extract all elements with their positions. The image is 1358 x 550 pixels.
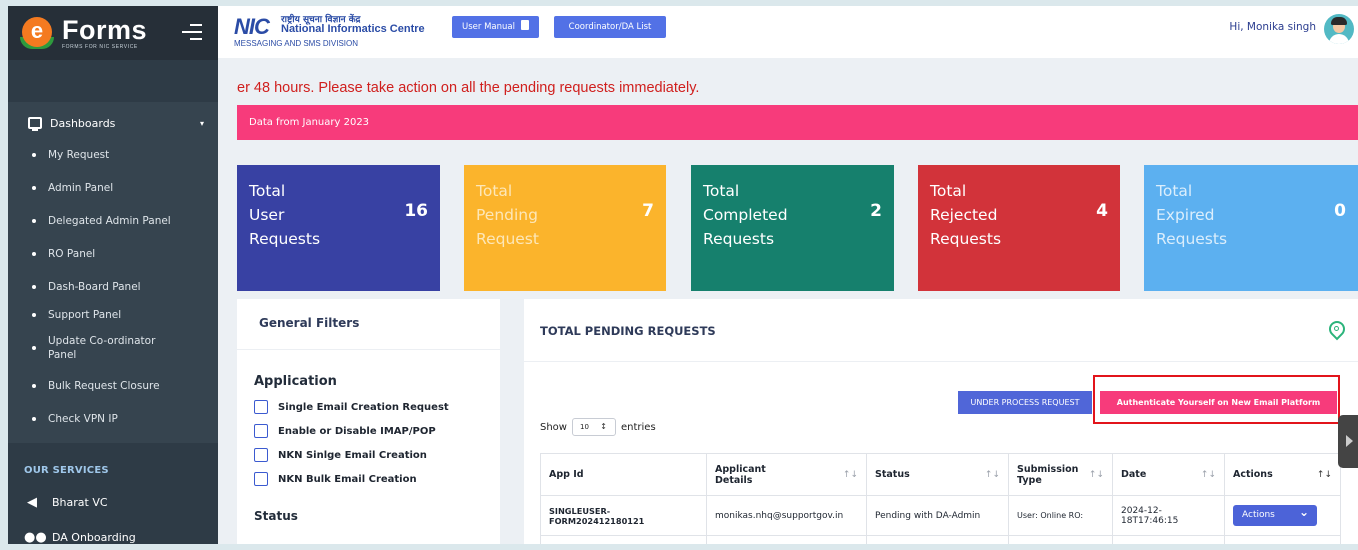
sidebar-item-dashboards[interactable]: Dashboards ▾ [8, 108, 218, 138]
table-row: SINGLEUSER-FORM202412180121 monikas.nhq@… [540, 495, 1341, 536]
sort-icon: ↑↓ [1088, 470, 1104, 480]
sidebar-item-bharat-vc[interactable]: ◀ Bharat VC [8, 485, 218, 520]
share-icon: ◀ [27, 495, 37, 510]
actions-dropdown-button[interactable]: Actions [1233, 502, 1317, 526]
sort-icon: ↑↓ [1200, 470, 1216, 480]
main-content: er 48 hours. Please take action on all t… [218, 58, 1358, 544]
cell-applicant: monikas.nhq@supportgov.in [706, 495, 867, 536]
checkbox[interactable] [254, 448, 268, 462]
dashboards-menu: Dashboards ▾ My Request Admin Panel Dele… [8, 102, 218, 443]
cell-date: 2024-12-18T17:46:15 [1112, 495, 1225, 536]
sidebar-item-admin-panel[interactable]: Admin Panel [8, 171, 218, 204]
services-heading: OUR SERVICES [24, 465, 109, 476]
coordinator-list-button[interactable]: Coordinator/DA List [554, 16, 666, 38]
col-applicant-details[interactable]: Applicant Details ↑↓ [706, 453, 867, 496]
under-process-request-button[interactable]: UNDER PROCESS REQUEST [958, 391, 1092, 414]
col-actions[interactable]: Actions ↑↓ [1224, 453, 1341, 496]
top-header: NIC राष्ट्रीय सूचना विज्ञान केंद्र Natio… [218, 6, 1358, 58]
pdf-icon [520, 20, 529, 30]
card-count: 16 [404, 201, 428, 221]
card-count: 7 [642, 201, 654, 221]
status-heading: Status [254, 509, 298, 523]
card-count: 4 [1096, 201, 1108, 221]
general-filters-panel: General Filters Application Single Email… [237, 299, 500, 544]
nic-short: NIC [234, 14, 270, 39]
sidebar-item-ro-panel[interactable]: RO Panel [8, 237, 218, 270]
col-app-id[interactable]: App Id [540, 453, 707, 496]
total-expired-requests-card[interactable]: Total Expired Requests 0 [1144, 165, 1358, 291]
filter-nkn-single-email-creation[interactable]: NKN Sinlge Email Creation [237, 443, 500, 467]
brand-tagline: FORMS FOR NIC SERVICE [62, 43, 138, 50]
sidebar-item-check-vpn-ip[interactable]: Check VPN IP [8, 402, 218, 435]
user-greeting: Hi, Monika singh [1229, 21, 1316, 33]
brand-name: Forms [62, 14, 148, 45]
authenticate-new-email-platform-button[interactable]: Authenticate Yourself on New Email Platf… [1100, 391, 1337, 414]
checkbox[interactable] [254, 424, 268, 438]
chevron-down-icon: ▾ [199, 118, 204, 128]
checkbox[interactable] [254, 400, 268, 414]
alert-ticker: er 48 hours. Please take action on all t… [237, 80, 700, 96]
col-date[interactable]: Date ↑↓ [1112, 453, 1225, 496]
entries-select[interactable]: 10 [571, 418, 616, 436]
sidebar-item-delegated-admin-panel[interactable]: Delegated Admin Panel [8, 204, 218, 237]
nic-logo[interactable]: NIC राष्ट्रीय सूचना विज्ञान केंद्र Natio… [234, 12, 454, 52]
col-status[interactable]: Status ↑↓ [866, 453, 1009, 496]
sort-icon: ↑↓ [1316, 470, 1332, 480]
cell-actions: Actions [1224, 495, 1341, 536]
sidebar-item-support-panel[interactable]: Support Panel [8, 303, 218, 327]
panel-expand-handle[interactable] [1338, 415, 1358, 468]
application-heading: Application [254, 374, 337, 389]
total-user-requests-card[interactable]: Total User Requests 16 [237, 165, 440, 291]
logo-bar: e Forms FORMS FOR NIC SERVICE [8, 6, 218, 60]
sidebar-item-da-onboarding[interactable]: ●● DA Onboarding [8, 520, 218, 544]
filter-nkn-bulk-email-creation[interactable]: NKN Bulk Email Creation [237, 467, 500, 491]
total-pending-request-card[interactable]: Total Pending Request 7 [464, 165, 666, 291]
brand: Forms FORMS FOR NIC SERVICE [62, 14, 148, 50]
app-frame: e Forms FORMS FOR NIC SERVICE Dashboards… [0, 0, 1358, 550]
sidebar-item-bulk-request-closure[interactable]: Bulk Request Closure [8, 369, 218, 402]
sidebar: e Forms FORMS FOR NIC SERVICE Dashboards… [8, 6, 218, 544]
sidebar-item-update-coordinator-panel[interactable]: Update Co-ordinator Panel [8, 327, 188, 369]
avatar[interactable] [1324, 14, 1354, 44]
total-rejected-requests-card[interactable]: Total Rejected Requests 4 [918, 165, 1120, 291]
filters-title: General Filters [237, 299, 500, 350]
col-submission-type[interactable]: Submission Type ↑↓ [1008, 453, 1113, 496]
total-completed-requests-card[interactable]: Total Completed Requests 2 [691, 165, 894, 291]
sort-icon: ↑↓ [984, 470, 1000, 480]
filter-enable-disable-imap-pop[interactable]: Enable or Disable IMAP/POP [237, 419, 500, 443]
users-icon: ●● [24, 530, 47, 544]
checkbox[interactable] [254, 472, 268, 486]
search-location-icon[interactable] [1325, 317, 1349, 343]
card-count: 0 [1334, 201, 1346, 221]
monitor-icon [28, 117, 42, 131]
card-count: 2 [870, 201, 882, 221]
pending-title: TOTAL PENDING REQUESTS [540, 324, 716, 338]
sidebar-item-dash-board-panel[interactable]: Dash-Board Panel [8, 270, 218, 303]
sort-icon: ↑↓ [842, 470, 858, 480]
nic-english-name: National Informatics Centre [281, 23, 425, 35]
division-name: MESSAGING AND SMS DIVISION [234, 39, 359, 48]
cell-status: Pending with DA-Admin [866, 495, 1009, 536]
data-range-banner: Data from January 2023 [237, 105, 1358, 140]
dashboards-label: Dashboards [50, 116, 116, 130]
sidebar-item-my-request[interactable]: My Request [8, 138, 218, 171]
menu-toggle-icon[interactable] [182, 24, 202, 45]
user-manual-button[interactable]: User Manual [452, 16, 539, 38]
pending-requests-panel: TOTAL PENDING REQUESTS UNDER PROCESS REQ… [524, 299, 1358, 544]
table-header-row: App Id Applicant Details ↑↓ Status ↑↓ Subm… [540, 453, 1341, 496]
entries-selector: Show 10 entries [540, 418, 656, 436]
table-row [540, 535, 1341, 544]
filter-single-email-creation[interactable]: Single Email Creation Request [237, 395, 500, 419]
cell-app-id: SINGLEUSER-FORM202412180121 [540, 495, 707, 536]
pending-requests-table: App Id Applicant Details ↑↓ Status ↑↓ Subm… [540, 453, 1341, 544]
cell-submission-type: User: Online RO: [1008, 495, 1113, 536]
eforms-logo-icon[interactable]: e [20, 15, 56, 51]
